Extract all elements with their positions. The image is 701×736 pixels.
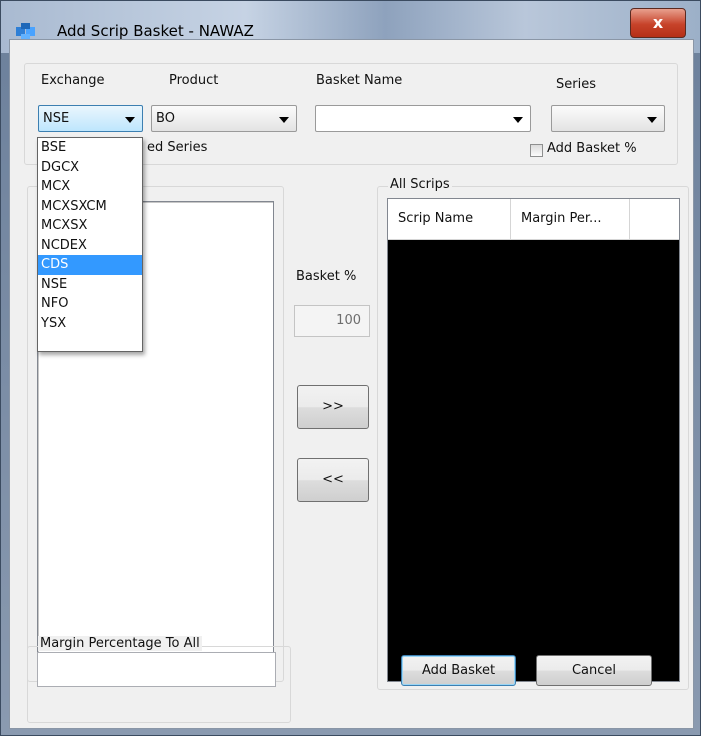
exchange-option[interactable]: NCDEX — [38, 236, 142, 256]
double-chevron-left-icon: << — [322, 472, 344, 487]
exchange-select-value: NSE — [43, 111, 70, 126]
exchange-option[interactable]: BSE — [38, 138, 142, 158]
all-scrips-grid[interactable]: Scrip Name Margin Per... — [387, 198, 680, 682]
product-select-value: BO — [156, 111, 175, 126]
exchange-option[interactable]: MCXSXCM — [38, 197, 142, 217]
add-basket-button[interactable]: Add Basket — [401, 655, 516, 686]
basket-name-combo[interactable] — [315, 105, 531, 132]
chevron-down-icon — [647, 117, 657, 123]
all-scrips-title: All Scrips — [388, 177, 452, 192]
close-button[interactable]: x — [630, 8, 686, 38]
margin-pct-input[interactable] — [37, 652, 276, 687]
add-scrip-arrow-button[interactable]: >> — [297, 385, 369, 429]
product-label: Product — [169, 73, 219, 88]
remove-scrip-arrow-button[interactable]: << — [297, 458, 369, 502]
exchange-option[interactable]: NSE — [38, 275, 142, 295]
exchange-label: Exchange — [41, 73, 105, 88]
exchange-option[interactable]: CDS — [38, 255, 142, 275]
product-select[interactable]: BO — [151, 105, 297, 132]
exchange-select[interactable]: NSE — [38, 105, 143, 132]
exchange-dropdown-list[interactable]: BSE DGCX MCX MCXSXCM MCXSX NCDEX CDS NSE NFO YSX — [37, 137, 143, 352]
dialog-window: Add Scrip Basket - NAWAZ x Exchange Prod… — [0, 0, 701, 736]
exchange-option[interactable]: MCX — [38, 177, 142, 197]
add-basket-pct-checkbox[interactable] — [530, 144, 543, 157]
series-label: Series — [556, 77, 596, 92]
double-chevron-right-icon: >> — [322, 399, 344, 414]
exchange-option[interactable]: MCXSX — [38, 216, 142, 236]
margin-pct-label: Margin Percentage To All — [38, 636, 202, 651]
exchange-option[interactable]: YSX — [38, 314, 142, 334]
window-title: Add Scrip Basket - NAWAZ — [57, 22, 254, 40]
chevron-down-icon — [513, 117, 523, 123]
dialog-client-area: Exchange Product Basket Name Series NSE … — [9, 39, 694, 729]
selected-series-label: ed Series — [147, 140, 208, 155]
grid-header: Scrip Name Margin Per... — [388, 199, 679, 240]
column-header-margin-per[interactable]: Margin Per... — [511, 199, 630, 239]
cancel-button[interactable]: Cancel — [536, 655, 652, 686]
exchange-option[interactable]: DGCX — [38, 158, 142, 178]
column-header-scrip-name[interactable]: Scrip Name — [388, 199, 511, 239]
basket-name-label: Basket Name — [316, 73, 403, 88]
add-basket-pct-label: Add Basket % — [547, 141, 637, 156]
chevron-down-icon — [279, 117, 289, 123]
chevron-down-icon — [125, 117, 135, 123]
exchange-option[interactable]: NFO — [38, 294, 142, 314]
close-icon: x — [652, 13, 664, 32]
series-select[interactable] — [551, 105, 665, 132]
basket-pct-label: Basket % — [296, 269, 357, 284]
basket-pct-input[interactable]: 100 — [294, 305, 370, 337]
